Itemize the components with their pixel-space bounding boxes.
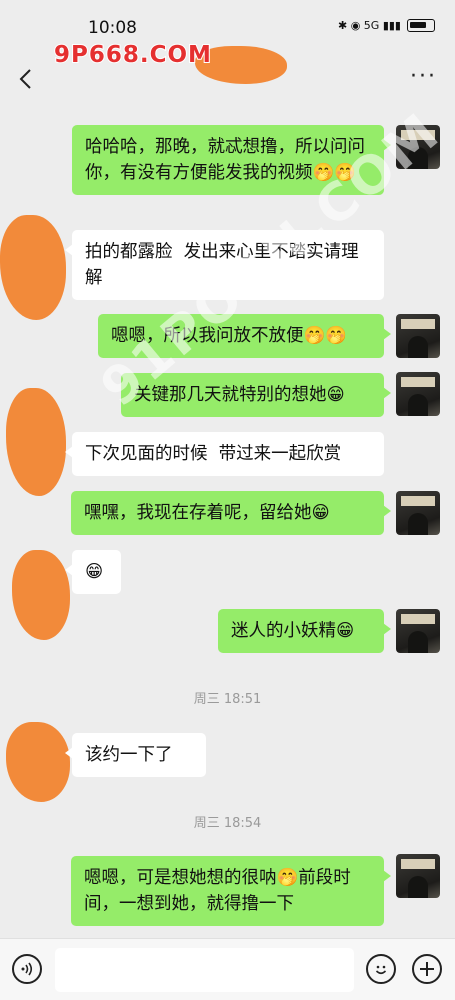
redaction-blob <box>6 388 66 496</box>
message-bubble-me[interactable]: 关键那几天就特别的想她😁 <box>121 373 391 417</box>
avatar-me[interactable] <box>396 609 440 653</box>
emoji-button[interactable] <box>366 954 396 984</box>
back-button[interactable] <box>10 62 40 96</box>
timestamp: 周三 18:54 <box>193 816 262 831</box>
avatar-me[interactable] <box>396 854 440 898</box>
voice-icon <box>21 962 33 976</box>
input-bar <box>0 938 455 1000</box>
message-bubble-me[interactable]: 嗯嗯，可是想她想的很呐🤭前段时间，一想到她，就得撸一下 <box>71 856 391 926</box>
message-bubble-them[interactable]: 该约一下了 <box>65 733 206 777</box>
message-bubble-me[interactable]: 嗯嗯，所以我问放不放便🤭🤭 <box>98 314 391 358</box>
avatar-me[interactable] <box>396 125 440 169</box>
redaction-blob <box>6 722 70 802</box>
redaction-blob <box>0 215 66 320</box>
message-bubble-me[interactable]: 哈哈哈，那晚，就忒想撸，所以问问你，有没有方便能发我的视频🤭🤭 <box>72 125 391 195</box>
battery-icon <box>407 19 435 32</box>
voice-button[interactable] <box>12 954 42 984</box>
timestamp: 周三 18:51 <box>193 692 262 707</box>
redaction-blob <box>12 550 70 640</box>
plus-button[interactable] <box>412 954 442 984</box>
message-bubble-me[interactable]: 迷人的小妖精😁 <box>218 609 391 653</box>
status-icons: ✱ ◉ 5G ▮▮▮ <box>338 19 435 32</box>
message-input[interactable] <box>55 948 354 992</box>
signal-icons: ✱ ◉ 5G ▮▮▮ <box>338 19 401 32</box>
message-bubble-them[interactable]: 下次见面的时候 带过来一起欣赏 <box>65 432 384 476</box>
more-button[interactable]: ··· <box>410 64 437 89</box>
emoji-icon <box>375 965 387 975</box>
avatar-me[interactable] <box>396 314 440 358</box>
message-bubble-them[interactable]: 拍的都露脸 发出来心里不踏实请理解 <box>65 230 384 300</box>
message-bubble-me[interactable]: 嘿嘿，我现在存着呢，留给她😁 <box>71 491 391 535</box>
avatar-me[interactable] <box>396 491 440 535</box>
watermark-top: 9P668.COM <box>53 41 212 69</box>
plus-icon <box>420 962 434 976</box>
message-bubble-them[interactable]: 😁 <box>65 550 121 594</box>
avatar-me[interactable] <box>396 372 440 416</box>
chevron-left-icon <box>19 69 31 89</box>
status-bar: 10:08 ✱ ◉ 5G ▮▮▮ <box>0 0 455 46</box>
status-time: 10:08 <box>88 18 137 38</box>
